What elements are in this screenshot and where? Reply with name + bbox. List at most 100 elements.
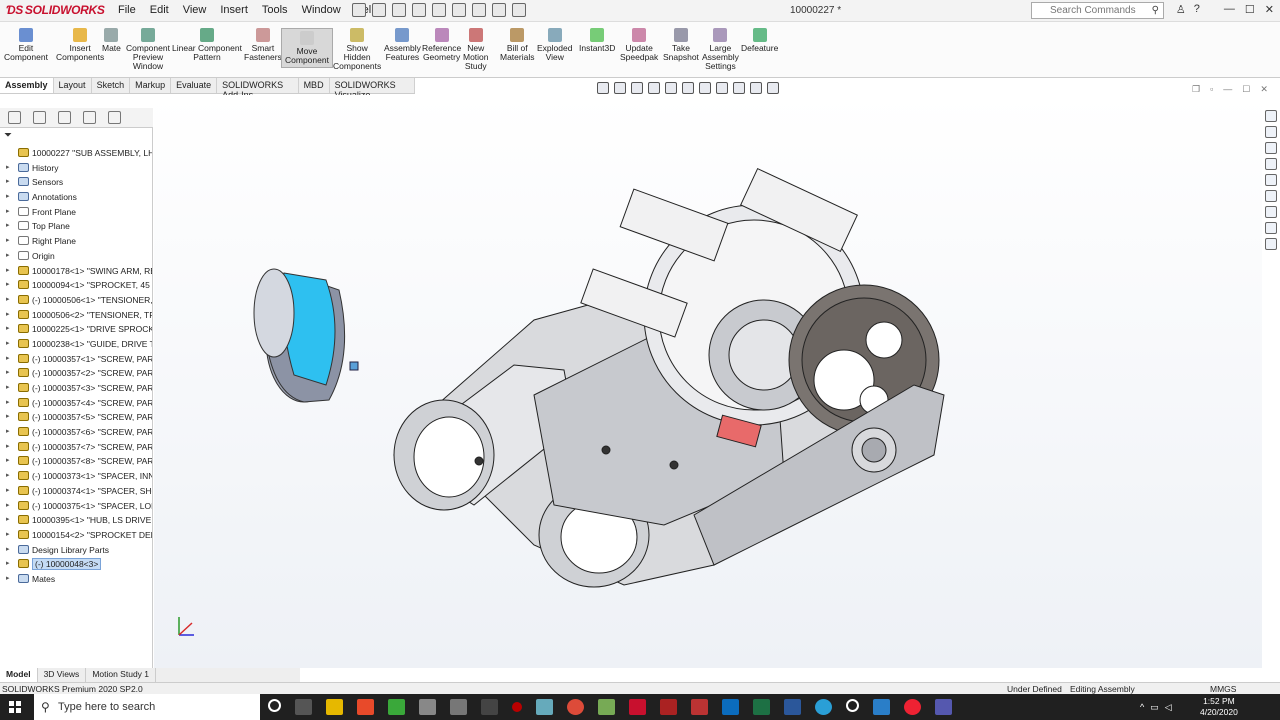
tree-item[interactable]: ▸ (-) 10000357<3> "SCREW, PARTIC — [2, 381, 152, 396]
tree-item[interactable]: ▸ Design Library Parts — [2, 543, 152, 558]
smart-fasteners-button[interactable]: Smart Fasteners — [244, 28, 282, 62]
tree-item[interactable]: ▸ (-) 10000357<2> "SCREW, PARTIC — [2, 366, 152, 381]
outlook-icon[interactable] — [722, 699, 739, 715]
zoom-to-area-icon[interactable] — [614, 82, 626, 94]
appearances-icon[interactable] — [1265, 174, 1277, 186]
linear-pattern-button[interactable]: Linear Component Pattern — [172, 28, 242, 62]
user-icon[interactable]: ♙ — [1176, 3, 1186, 16]
expand-icon[interactable]: ▸ — [6, 352, 10, 367]
print-icon[interactable] — [432, 3, 446, 17]
defeature-button[interactable]: Defeature — [741, 28, 778, 53]
expand-icon[interactable]: ▸ — [6, 308, 10, 323]
display-style-icon[interactable] — [699, 82, 711, 94]
expand-icon[interactable]: ▸ — [6, 381, 10, 396]
select-icon[interactable] — [472, 3, 486, 17]
solidworks-2019-icon[interactable] — [691, 699, 708, 715]
app-tools-icon[interactable] — [450, 699, 467, 715]
expand-icon[interactable]: ▸ — [6, 175, 10, 190]
expand-icon[interactable]: ▸ — [6, 528, 10, 543]
app-pink-icon[interactable] — [904, 699, 921, 715]
dimxpert-icon[interactable] — [83, 111, 96, 124]
snapshot-button[interactable]: Take Snapshot — [663, 28, 699, 62]
tree-item[interactable]: ▸ Sensors — [2, 175, 152, 190]
expand-icon[interactable]: ▸ — [6, 249, 10, 264]
doc-close-icon[interactable]: ✕ — [1260, 84, 1268, 95]
doc-restore-icon[interactable]: — — [1223, 84, 1232, 95]
zoom-to-fit-icon[interactable] — [597, 82, 609, 94]
expand-icon[interactable]: ▸ — [6, 278, 10, 293]
teams-icon[interactable] — [935, 699, 952, 715]
volume-icon[interactable]: ◁ — [1165, 702, 1172, 713]
dynamic-annotation-icon[interactable] — [665, 82, 677, 94]
expand-icon[interactable]: ▸ — [6, 366, 10, 381]
solidworks-forum-icon[interactable] — [1265, 222, 1277, 234]
chrome-icon[interactable] — [567, 699, 584, 715]
tab-evaluate[interactable]: Evaluate — [171, 78, 218, 93]
expand-icon[interactable]: ▸ — [6, 337, 10, 352]
network-icon[interactable]: ▭ — [1150, 702, 1159, 713]
tree-item[interactable]: ▸ (-) 10000506<1> "TENSIONER, TRA — [2, 293, 152, 308]
tab-solidworks-visualize[interactable]: SOLIDWORKS Visualize — [330, 78, 415, 100]
home-icon[interactable] — [352, 3, 366, 17]
show-hidden-button[interactable]: Show Hidden Components — [333, 28, 381, 71]
undo-icon[interactable] — [452, 3, 466, 17]
expand-icon[interactable]: ▸ — [6, 425, 10, 440]
expand-icon[interactable]: ▸ — [6, 543, 10, 558]
tree-item[interactable]: ▸ 10000178<1> "SWING ARM, REAR — [2, 264, 152, 279]
tree-item[interactable]: 10000227 "SUB ASSEMBLY, LH REAR S — [2, 146, 152, 161]
doc-minimize-icon[interactable]: ▫ — [1210, 84, 1213, 95]
assembly-model[interactable] — [154, 95, 1262, 668]
display-manager-icon[interactable] — [108, 111, 121, 124]
solidworks-logo[interactable]: ƊS SOLIDWORKS — [6, 3, 105, 19]
menu-tools[interactable]: Tools — [262, 4, 288, 16]
mate-button[interactable]: Mate — [102, 28, 121, 53]
bottom-tab-motion-study-1[interactable]: Motion Study 1 — [86, 668, 157, 682]
design-library-icon[interactable] — [1265, 126, 1277, 138]
tree-item[interactable]: ▸ Origin — [2, 249, 152, 264]
tray-up-icon[interactable]: ^ — [1140, 702, 1144, 713]
expand-icon[interactable]: ▸ — [6, 161, 10, 176]
word-icon[interactable] — [784, 699, 801, 715]
tree-item[interactable]: ▸ (-) 10000374<1> "SPACER, SHORT — [2, 484, 152, 499]
view-settings-icon[interactable] — [767, 82, 779, 94]
start-icon[interactable] — [9, 701, 21, 713]
expand-icon[interactable]: ▸ — [6, 469, 10, 484]
bottom-tab-3d-views[interactable]: 3D Views — [38, 668, 87, 682]
maximize-icon[interactable]: ☐ — [1245, 3, 1255, 16]
insert-components-button[interactable]: Insert Components — [56, 28, 104, 62]
edit-appearance-icon[interactable] — [733, 82, 745, 94]
move-component-button[interactable]: Move Component — [281, 28, 333, 68]
speedpak-button[interactable]: Update Speedpak — [620, 28, 658, 62]
task-view-icon[interactable] — [295, 699, 312, 715]
hide-show-items-icon[interactable] — [716, 82, 728, 94]
menu-window[interactable]: Window — [302, 4, 341, 16]
expand-icon[interactable]: ▸ — [6, 219, 10, 234]
excel-icon[interactable] — [753, 699, 770, 715]
tree-item[interactable]: ▸ 10000506<2> "TENSIONER, TRACK — [2, 308, 152, 323]
tab-sketch[interactable]: Sketch — [92, 78, 131, 93]
file-explorer-taskbar-icon[interactable] — [326, 699, 343, 715]
exploded-view-button[interactable]: Exploded View — [537, 28, 572, 62]
menu-file[interactable]: File — [118, 4, 136, 16]
unit-system[interactable]: MMGS — [1210, 684, 1236, 694]
expand-icon[interactable]: ▸ — [6, 293, 10, 308]
expand-icon[interactable]: ▸ — [6, 205, 10, 220]
edge-icon[interactable] — [815, 699, 832, 715]
minimize-icon[interactable]: — — [1224, 3, 1235, 16]
view-palette-icon[interactable] — [1265, 158, 1277, 170]
tree-item[interactable]: ▸ History — [2, 161, 152, 176]
feature-tree-icon[interactable] — [8, 111, 21, 124]
solidworks-taskbar-icon[interactable] — [629, 699, 646, 715]
expand-icon[interactable]: ▸ — [6, 572, 10, 587]
expand-icon[interactable]: ▸ — [6, 454, 10, 469]
tree-item[interactable]: ▸ 10000154<2> "SPROCKET DEBRIS — [2, 528, 152, 543]
app-green-icon[interactable] — [388, 699, 405, 715]
tab-assembly[interactable]: Assembly — [0, 78, 54, 93]
tree-item[interactable]: ▸ (-) 10000048<3> — [2, 557, 152, 572]
solidworks-2020-icon[interactable] — [660, 699, 677, 715]
graphics-area[interactable] — [154, 95, 1262, 668]
close-icon[interactable]: ✕ — [1265, 3, 1274, 16]
3dexperience-icon[interactable] — [1265, 238, 1277, 250]
instant3d-button[interactable]: Instant3D — [579, 28, 615, 53]
vscode-icon[interactable] — [873, 699, 890, 715]
